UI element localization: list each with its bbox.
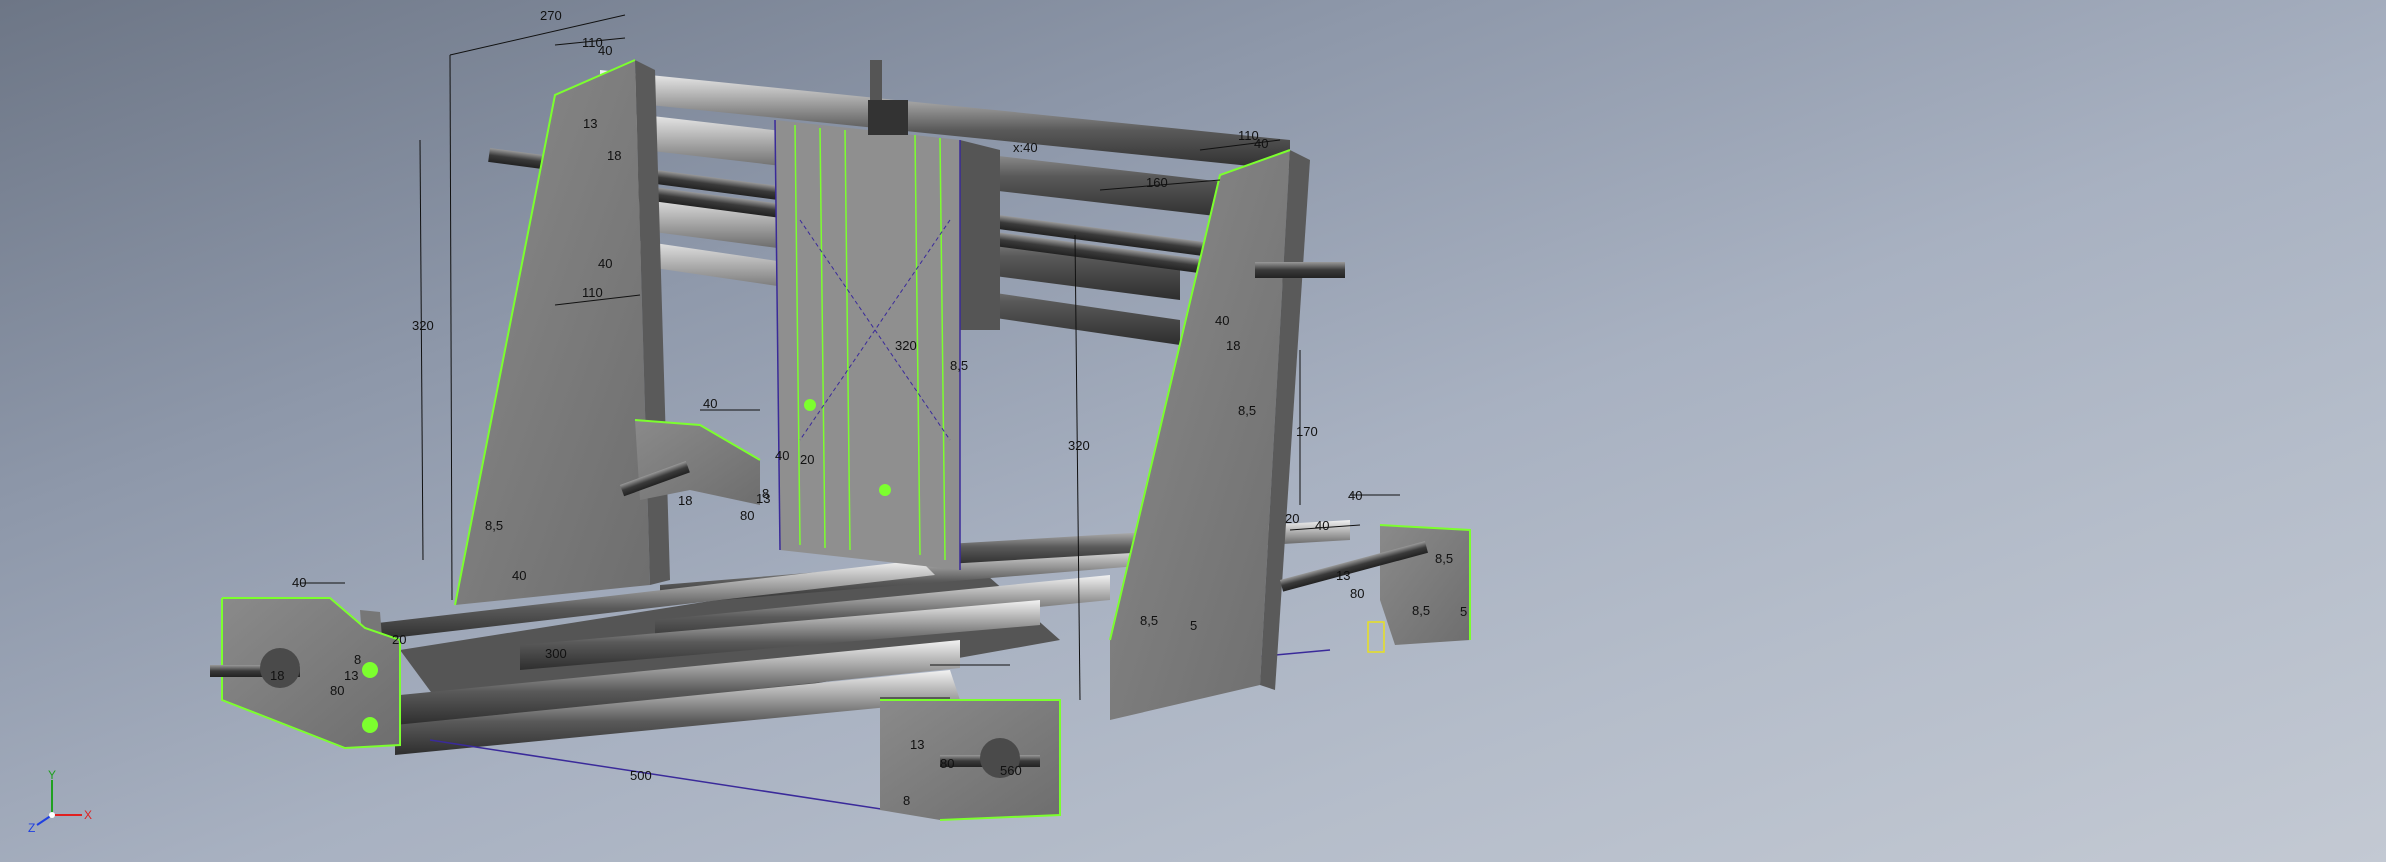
dim-label: 13	[583, 116, 597, 131]
dim-label: 40	[1315, 518, 1329, 533]
x-axis-label: X	[84, 808, 92, 822]
dim-label: 13	[910, 737, 924, 752]
dim-label: 20	[1285, 511, 1299, 526]
cad-3d-viewport[interactable]: 270 110 40 320 18 13 40 110 40 110 160 3…	[0, 0, 2386, 862]
dim-label: 18	[607, 148, 621, 163]
dim-label: 13	[1336, 568, 1350, 583]
dim-label: 270	[540, 8, 562, 23]
dim-label: 110	[1238, 128, 1259, 143]
dim-label: 40	[512, 568, 526, 583]
dim-label: 80	[740, 508, 754, 523]
dim-label: 40	[598, 43, 612, 58]
dim-label: 40	[1348, 488, 1362, 503]
dim-label: 8	[762, 486, 769, 501]
dim-label: 20	[800, 452, 814, 467]
dim-label: 18	[1226, 338, 1240, 353]
dim-label: 80	[1350, 586, 1364, 601]
dim-label: 40	[1215, 313, 1229, 328]
dim-label: 8,5	[1140, 613, 1158, 628]
dim-label: 560	[1000, 763, 1022, 778]
dim-label: 8	[903, 793, 910, 808]
model-canvas[interactable]: 270 110 40 320 18 13 40 110 40 110 160 3…	[0, 0, 2386, 862]
view-cube-triad[interactable]: X Y Z	[22, 770, 102, 840]
dim-label: 80	[330, 683, 344, 698]
dim-label: 80	[940, 756, 954, 771]
rear-right-end-plate[interactable]	[1280, 524, 1471, 653]
dim-label: 40	[292, 575, 306, 590]
dim-label: 320	[895, 338, 917, 353]
dim-label: 170	[1296, 424, 1318, 439]
dim-label: 18	[270, 668, 284, 683]
dim-label: 320	[412, 318, 434, 333]
dim-label: 40	[703, 396, 717, 411]
dim-label: 8	[354, 652, 361, 667]
dim-label: 40	[775, 448, 789, 463]
dim-label: 320	[1068, 438, 1090, 453]
dim-label: 40	[598, 256, 612, 271]
dim-label: 13	[344, 668, 358, 683]
dim-label: 8,5	[950, 358, 968, 373]
dim-label: 5	[1460, 604, 1467, 619]
dim-label: 160	[1146, 175, 1168, 190]
dim-label: 8,5	[1412, 603, 1430, 618]
dim-label: 110	[582, 285, 603, 300]
dim-label: 20	[392, 632, 406, 647]
dim-label: 300	[545, 646, 567, 661]
dim-label: 8,5	[485, 518, 503, 533]
dim-label: 18	[678, 493, 692, 508]
dim-label: 8,5	[1435, 551, 1453, 566]
z-axis-label: Z	[28, 821, 35, 835]
dim-label: 8,5	[1238, 403, 1256, 418]
dim-label: x:40	[1013, 140, 1038, 155]
y-axis-label: Y	[48, 770, 56, 782]
dim-label: 5	[1190, 618, 1197, 633]
dim-label: 500	[630, 768, 652, 783]
